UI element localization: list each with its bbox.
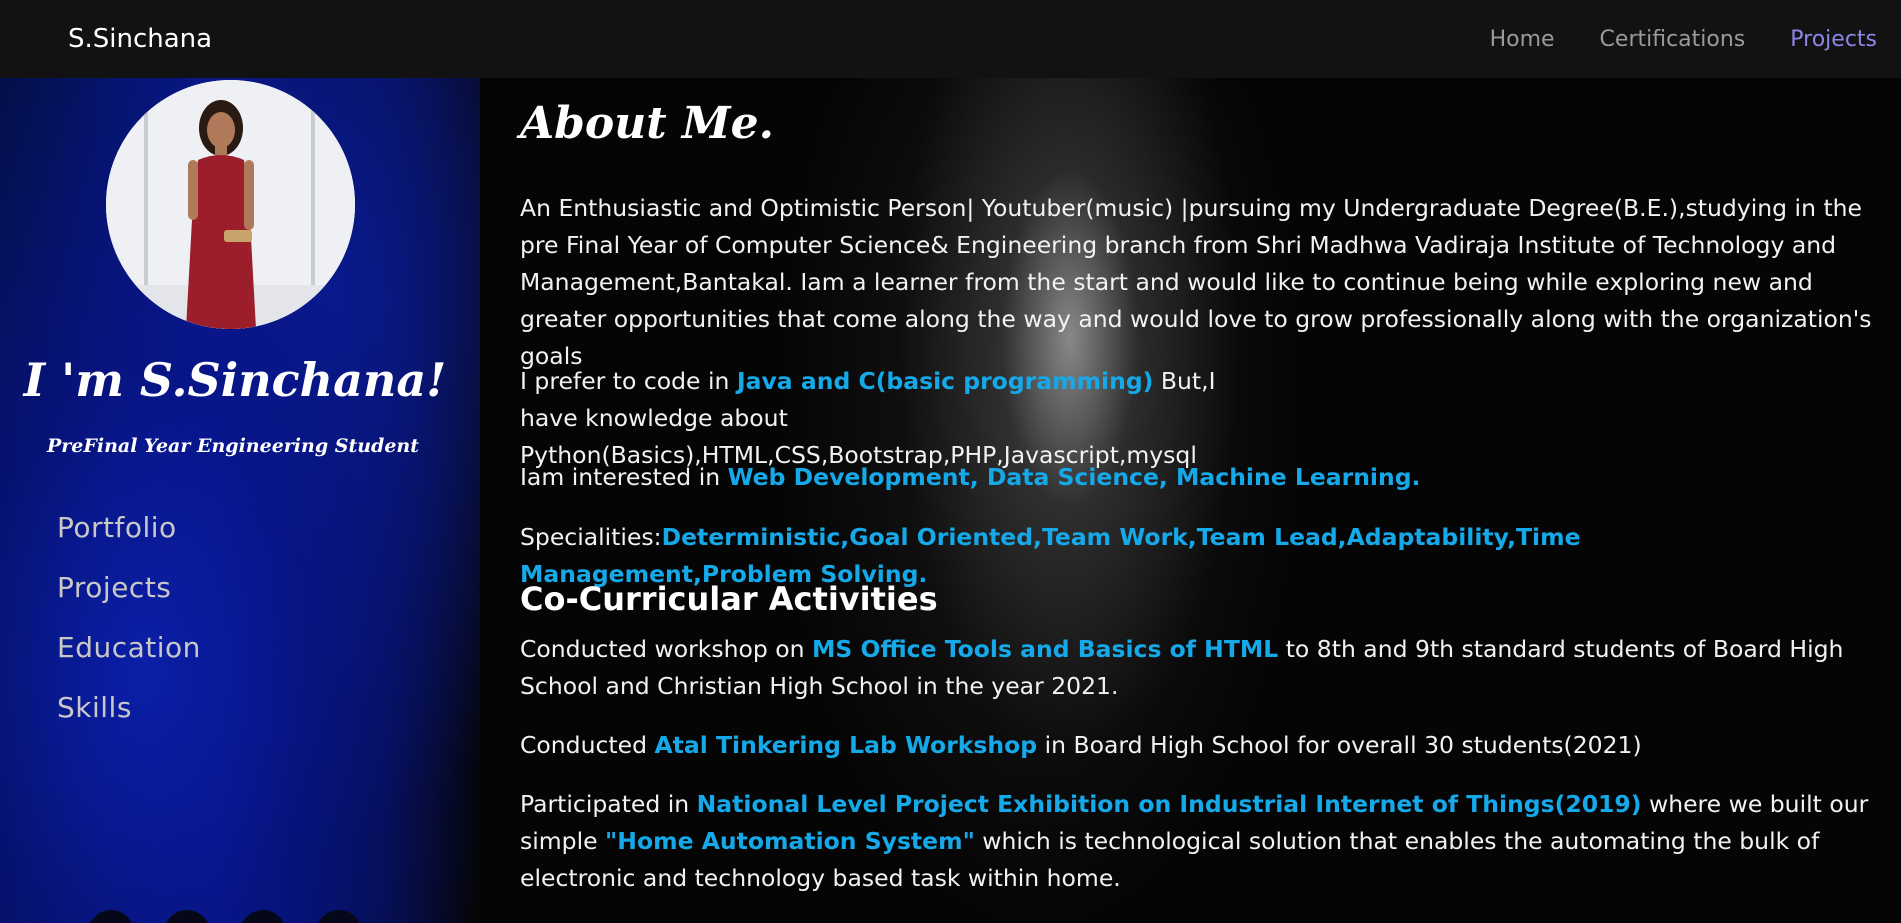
exhibition-project-highlight: "Home Automation System": [605, 827, 975, 855]
avatar: [106, 80, 355, 329]
coding-highlight: Java and C(basic programming): [736, 367, 1154, 395]
about-coding: I prefer to code in Java and C(basic pro…: [520, 363, 1280, 474]
github-icon[interactable]: ⌂: [240, 910, 286, 923]
workshop-highlight: MS Office Tools and Basics of HTML: [811, 635, 1279, 663]
nav-link-certifications[interactable]: Certifications: [1600, 27, 1746, 52]
sidebar: I 'm S.Sinchana! PreFinal Year Engineeri…: [0, 78, 480, 923]
workshop-prefix: Conducted workshop on: [520, 635, 812, 663]
nav-link-projects[interactable]: Projects: [1790, 27, 1877, 52]
nav-links: Home Certifications Projects: [1490, 27, 1877, 52]
sidebar-item-education[interactable]: Education: [57, 618, 201, 678]
sidebar-nav: Portfolio Projects Education Skills: [57, 498, 201, 738]
about-title: About Me.: [520, 98, 774, 149]
linkedin-icon[interactable]: in: [164, 910, 210, 923]
cocurricular-item-atl: Conducted Atal Tinkering Lab Workshop in…: [520, 727, 1880, 764]
nav-link-home[interactable]: Home: [1490, 27, 1555, 52]
social-links: H in ⌂ ➤: [88, 910, 362, 923]
exhibition-highlight: National Level Project Exhibition on Ind…: [696, 790, 1642, 818]
hero-name: I 'm S.Sinchana!: [23, 353, 447, 407]
top-navbar: S.Sinchana Home Certifications Projects: [0, 0, 1901, 78]
brand-logo-text[interactable]: S.Sinchana: [68, 24, 212, 54]
hackerrank-icon[interactable]: H: [88, 910, 134, 923]
specialities-highlight: Deterministic,Goal Oriented,Team Work,Te…: [520, 523, 1581, 588]
about-intro: An Enthusiastic and Optimistic Person| Y…: [520, 194, 1872, 370]
atl-suffix: in Board High School for overall 30 stud…: [1037, 731, 1642, 759]
exhibition-prefix: Participated in: [520, 790, 697, 818]
coding-prefix: I prefer to code in: [520, 367, 737, 395]
sidebar-item-portfolio[interactable]: Portfolio: [57, 498, 201, 558]
cocurricular-title: Co-Curricular Activities: [520, 580, 938, 618]
cocurricular-item-workshop: Conducted workshop on MS Office Tools an…: [520, 631, 1880, 705]
sidebar-item-skills[interactable]: Skills: [57, 678, 201, 738]
main-content: About Me. An Enthusiastic and Optimistic…: [480, 78, 1901, 923]
about-interests: Iam interested in Web Development, Data …: [520, 459, 1880, 496]
interests-prefix: Iam interested in: [520, 463, 728, 491]
specialities-prefix: Specialities:: [520, 523, 662, 551]
telegram-icon[interactable]: ➤: [316, 910, 362, 923]
profile-photo: [106, 80, 355, 329]
cocurricular-item-exhibition: Participated in National Level Project E…: [520, 786, 1880, 897]
hero-role: PreFinal Year Engineering Student: [47, 435, 419, 457]
atl-prefix: Conducted: [520, 731, 655, 759]
atl-highlight: Atal Tinkering Lab Workshop: [654, 731, 1038, 759]
interests-highlight: Web Development, Data Science, Machine L…: [727, 463, 1421, 491]
sidebar-item-projects[interactable]: Projects: [57, 558, 201, 618]
